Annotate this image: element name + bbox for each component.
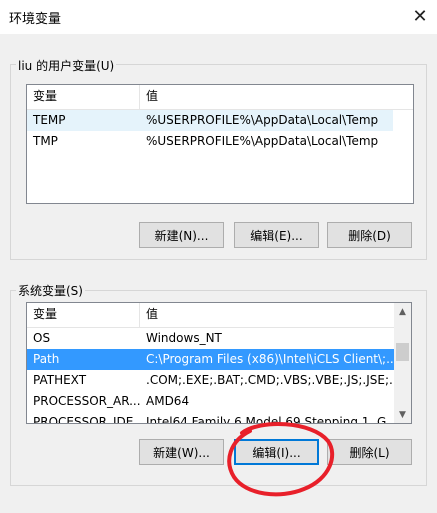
variable-value: %USERPROFILE%\AppData\Local\Temp [146,134,379,148]
variable-name: PROCESSOR_AR... [33,394,140,408]
title-bar: 环境变量 ✕ [0,0,437,34]
scrollbar-thumb[interactable] [396,343,409,361]
window-title: 环境变量 [9,12,62,27]
variable-value: AMD64 [146,394,190,408]
variable-name: PROCESSOR_IDE... [33,415,140,424]
user-delete-button[interactable]: 删除(D) [327,222,412,248]
system-variables-header: 变量 值 [27,303,411,328]
variable-value: C:\Program Files (x86)\Intel\iCLS Client… [146,352,394,366]
system-edit-button[interactable]: 编辑(I)... [234,439,319,465]
scroll-up-arrow-icon[interactable]: ▲ [394,303,411,320]
user-new-button[interactable]: 新建(N)... [139,222,224,248]
list-item[interactable]: TMP %USERPROFILE%\AppData\Local\Temp [27,131,393,152]
close-icon[interactable]: ✕ [409,5,431,27]
variable-value: .COM;.EXE;.BAT;.CMD;.VBS;.VBE;.JS;.JSE;.… [146,373,394,387]
column-header-variable[interactable]: 变量 [27,303,140,327]
list-item[interactable]: TEMP %USERPROFILE%\AppData\Local\Temp [27,110,393,131]
list-item[interactable]: PROCESSOR_IDE... Intel64 Family 6 Model … [27,412,394,424]
variable-value: Windows_NT [146,331,222,345]
column-header-value[interactable]: 值 [140,85,413,109]
variable-name: Path [33,352,60,366]
column-header-value[interactable]: 值 [140,303,396,327]
environment-variables-dialog: 环境变量 ✕ liu 的用户变量(U) 变量 值 TEMP %USERPROFI… [0,0,437,513]
system-variables-list[interactable]: 变量 值 OS Windows_NT Path C:\Program Files… [26,302,412,424]
variable-name: PATHEXT [33,373,87,387]
scroll-down-arrow-icon[interactable]: ▼ [394,406,411,423]
system-delete-button[interactable]: 删除(L) [327,439,412,465]
user-variables-header: 变量 值 [27,85,413,110]
user-variables-label: liu 的用户变量(U) [16,57,117,74]
column-header-variable[interactable]: 变量 [27,85,140,109]
user-variables-list[interactable]: 变量 值 TEMP %USERPROFILE%\AppData\Local\Te… [26,84,414,204]
system-variables-scrollbar[interactable]: ▲ ▼ [394,303,411,423]
variable-name: TMP [33,134,58,148]
list-item[interactable]: PROCESSOR_AR... AMD64 [27,391,394,412]
list-item[interactable]: OS Windows_NT [27,328,394,349]
system-variables-label: 系统变量(S) [16,282,85,299]
variable-name: OS [33,331,51,345]
list-item[interactable]: PATHEXT .COM;.EXE;.BAT;.CMD;.VBS;.VBE;.J… [27,370,394,391]
variable-value: %USERPROFILE%\AppData\Local\Temp [146,113,379,127]
variable-name: TEMP [33,113,66,127]
system-new-button[interactable]: 新建(W)... [139,439,224,465]
variable-value: Intel64 Family 6 Model 69 Stepping 1, G.… [146,415,394,424]
list-item-selected[interactable]: Path C:\Program Files (x86)\Intel\iCLS C… [27,349,394,370]
user-edit-button[interactable]: 编辑(E)... [234,222,319,248]
